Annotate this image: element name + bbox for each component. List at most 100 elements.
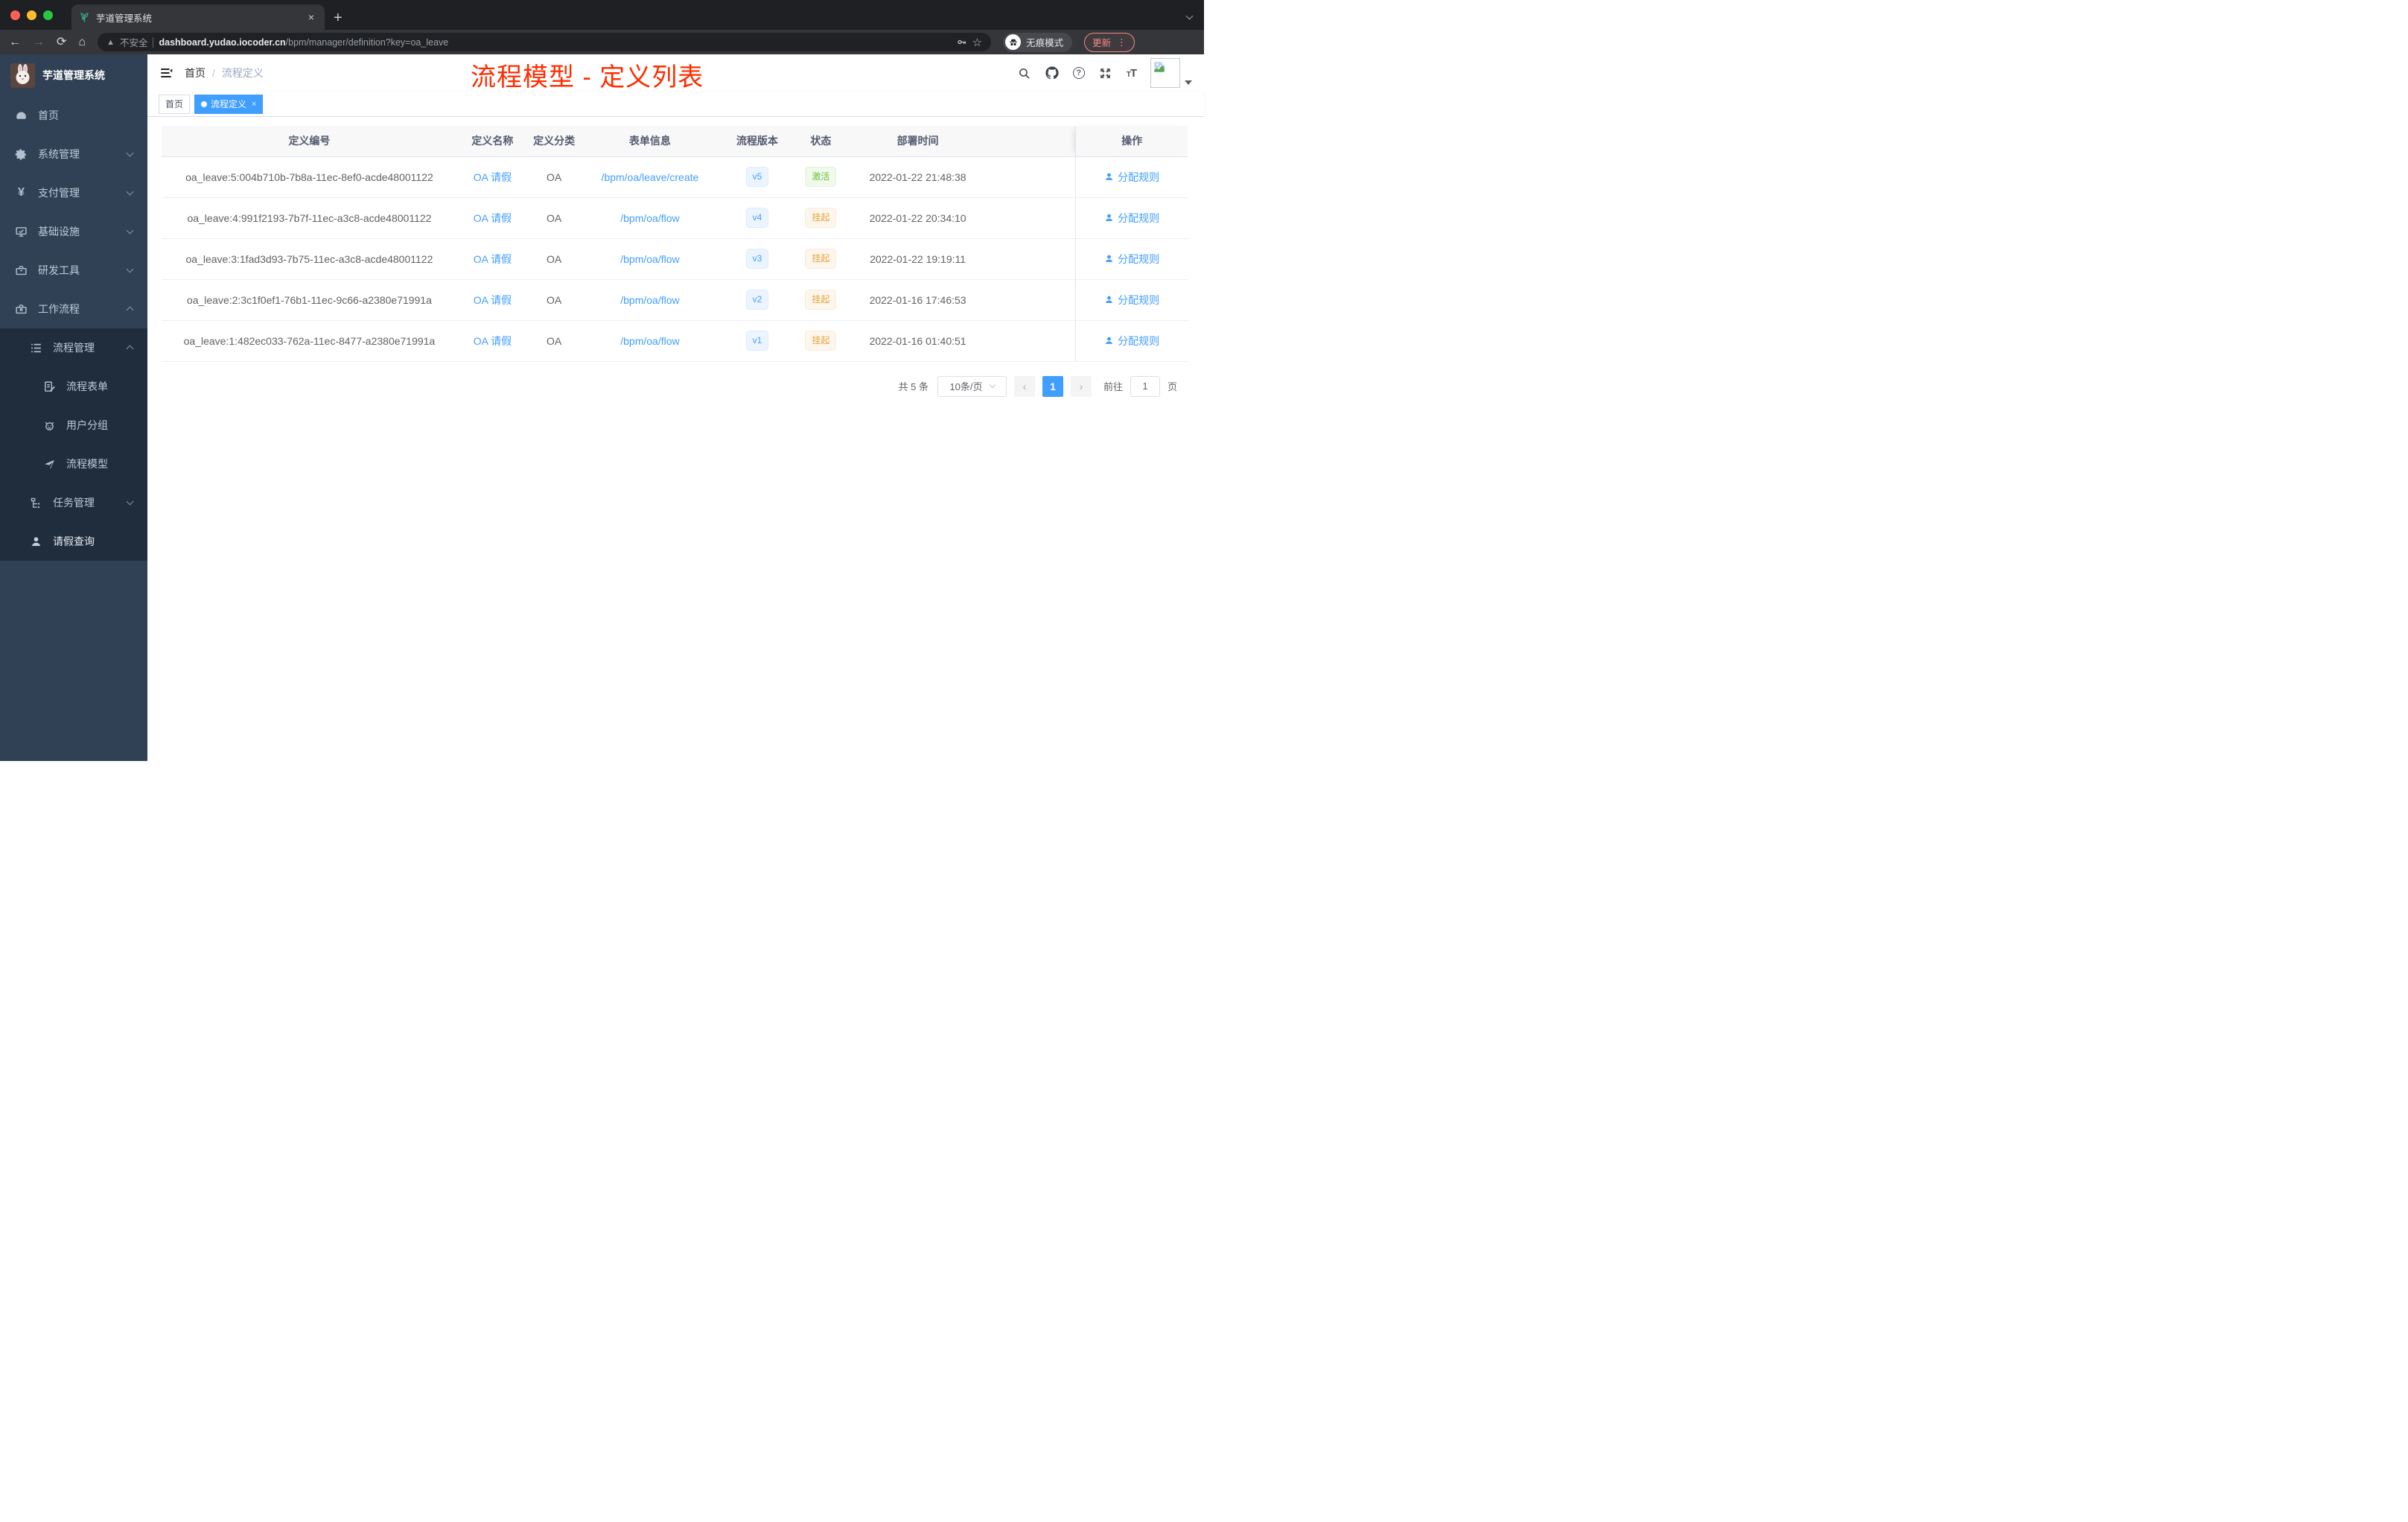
definition-name-link[interactable]: OA 请假 bbox=[474, 253, 512, 265]
back-icon[interactable]: ← bbox=[9, 36, 21, 48]
form-link[interactable]: /bpm/oa/flow bbox=[620, 253, 679, 265]
sidebar-item-process-model[interactable]: 流程模型 bbox=[0, 445, 147, 483]
broken-image-icon[interactable] bbox=[1150, 58, 1180, 88]
assign-rule-link[interactable]: 分配规则 bbox=[1104, 293, 1159, 308]
monitor-icon bbox=[15, 226, 28, 238]
sidebar-item-payment[interactable]: ¥ 支付管理 bbox=[0, 173, 147, 212]
browser-update-button[interactable]: 更新 ⋮ bbox=[1084, 32, 1135, 52]
tag-close-icon[interactable]: × bbox=[252, 100, 256, 109]
next-page-button[interactable]: › bbox=[1070, 375, 1092, 397]
definition-id: oa_leave:2:3c1f0ef1-76b1-11ec-9c66-a2380… bbox=[162, 279, 457, 321]
definition-name-link[interactable]: OA 请假 bbox=[474, 171, 512, 183]
sidebar-item-label: 工作流程 bbox=[38, 303, 80, 315]
form-link[interactable]: /bpm/oa/flow bbox=[620, 212, 679, 224]
browser-tab[interactable]: 芋道管理系统 × bbox=[71, 4, 325, 30]
sidebar-item-label: 流程管理 bbox=[53, 342, 95, 354]
user-icon bbox=[1106, 173, 1113, 180]
close-window-button[interactable] bbox=[10, 10, 20, 20]
sidebar-item-workflow[interactable]: 工作流程 bbox=[0, 290, 147, 328]
browser-menu-icon[interactable]: ⋮ bbox=[1117, 36, 1127, 48]
tab-search-chevron-icon[interactable] bbox=[1185, 9, 1194, 22]
table-row: oa_leave:1:482ec033-762a-11ec-8477-a2380… bbox=[162, 320, 1188, 362]
security-label[interactable]: 不安全 bbox=[120, 35, 148, 49]
status-badge: 挂起 bbox=[805, 208, 837, 228]
browser-toolbar: ← → ⟳ ⌂ ▲ 不安全 dashboard.yudao.iocoder.cn… bbox=[0, 30, 1204, 54]
breadcrumb-home[interactable]: 首页 bbox=[185, 66, 206, 80]
definition-id: oa_leave:3:1fad3d93-7b75-11ec-a3c8-acde4… bbox=[162, 238, 457, 280]
reload-icon[interactable]: ⟳ bbox=[57, 36, 66, 48]
sidebar-item-task-mgmt[interactable]: 任务管理 bbox=[0, 483, 147, 522]
tag-process-definition[interactable]: 流程定义 × bbox=[194, 94, 264, 114]
forward-icon[interactable]: → bbox=[33, 36, 45, 48]
col-process-version: 流程版本 bbox=[719, 126, 795, 157]
col-definition-name: 定义名称 bbox=[456, 126, 528, 157]
definition-category: OA bbox=[527, 238, 581, 280]
key-icon[interactable] bbox=[956, 36, 967, 48]
tag-home[interactable]: 首页 bbox=[159, 94, 191, 114]
chevron-down-icon bbox=[126, 497, 134, 506]
logo-avatar bbox=[10, 63, 35, 88]
new-tab-button[interactable]: + bbox=[334, 10, 343, 25]
update-label[interactable]: 更新 bbox=[1092, 35, 1111, 49]
annotation-title: 流程模型 - 定义列表 bbox=[471, 63, 704, 92]
page-size-select[interactable]: 10条/页 bbox=[937, 375, 1007, 397]
assign-rule-link[interactable]: 分配规则 bbox=[1104, 252, 1159, 267]
breadcrumb: 首页 / 流程定义 bbox=[185, 66, 264, 80]
minimize-window-button[interactable] bbox=[27, 10, 36, 20]
org-tree-icon bbox=[30, 497, 42, 509]
window-controls[interactable] bbox=[10, 10, 53, 20]
maximize-window-button[interactable] bbox=[43, 10, 53, 20]
sidebar-item-system[interactable]: 系统管理 bbox=[0, 135, 147, 173]
assign-rule-link[interactable]: 分配规则 bbox=[1104, 170, 1159, 185]
app-logo[interactable]: 芋道管理系统 bbox=[0, 54, 147, 96]
assign-rule-link[interactable]: 分配规则 bbox=[1104, 334, 1159, 348]
sidebar-collapse-icon[interactable] bbox=[159, 66, 173, 80]
goto-page-input[interactable] bbox=[1130, 375, 1160, 397]
dashboard-icon bbox=[15, 109, 28, 122]
sidebar-item-leave-query[interactable]: 请假查询 bbox=[0, 522, 147, 561]
definition-name-link[interactable]: OA 请假 bbox=[474, 294, 512, 306]
sidebar-item-user-group[interactable]: 用户分组 bbox=[0, 406, 147, 445]
url-bar[interactable]: ▲ 不安全 dashboard.yudao.iocoder.cn/bpm/man… bbox=[98, 33, 992, 51]
app-title: 芋道管理系统 bbox=[42, 69, 105, 81]
user-avatar[interactable] bbox=[1150, 58, 1192, 88]
definition-name-link[interactable]: OA 请假 bbox=[474, 212, 512, 224]
search-icon[interactable] bbox=[1018, 66, 1031, 80]
definition-id: oa_leave:1:482ec033-762a-11ec-8477-a2380… bbox=[162, 320, 457, 362]
tag-label: 首页 bbox=[165, 99, 184, 109]
fullscreen-icon[interactable] bbox=[1099, 66, 1112, 80]
definition-name-link[interactable]: OA 请假 bbox=[474, 335, 512, 347]
prev-page-button[interactable]: ‹ bbox=[1013, 375, 1035, 397]
help-icon[interactable]: ? bbox=[1072, 67, 1085, 79]
definition-category: OA bbox=[527, 320, 581, 362]
robot-face-icon bbox=[43, 419, 56, 432]
chevron-down-icon bbox=[126, 149, 134, 157]
avatar-dropdown-caret-icon[interactable] bbox=[1185, 80, 1192, 85]
tab-close-icon[interactable]: × bbox=[305, 11, 317, 23]
assign-rule-link[interactable]: 分配规则 bbox=[1104, 211, 1159, 226]
sidebar-item-home[interactable]: 首页 bbox=[0, 96, 147, 135]
bookmark-star-icon[interactable]: ☆ bbox=[972, 36, 982, 49]
col-filler bbox=[988, 126, 1076, 157]
form-link[interactable]: /bpm/oa/flow bbox=[620, 294, 679, 306]
form-link[interactable]: /bpm/oa/leave/create bbox=[602, 171, 699, 183]
home-icon[interactable]: ⌂ bbox=[78, 36, 86, 48]
chevron-down-icon bbox=[126, 265, 134, 273]
user-icon bbox=[1106, 296, 1113, 303]
chevron-down-icon bbox=[126, 188, 134, 196]
page-size-value: 10条/页 bbox=[949, 381, 983, 392]
user-icon bbox=[1106, 214, 1113, 221]
form-link[interactable]: /bpm/oa/flow bbox=[620, 335, 679, 347]
github-icon[interactable] bbox=[1045, 66, 1059, 80]
sidebar-item-infrastructure[interactable]: 基础设施 bbox=[0, 212, 147, 251]
font-size-icon[interactable]: TT bbox=[1127, 67, 1137, 80]
sidebar-item-process-form[interactable]: 流程表单 bbox=[0, 367, 147, 406]
page-number-button[interactable]: 1 bbox=[1042, 375, 1063, 397]
page-content: 定义编号 定义名称 定义分类 表单信息 流程版本 状态 部署时间 操作 oa_l… bbox=[147, 117, 1204, 761]
sidebar-item-process-mgmt[interactable]: 流程管理 bbox=[0, 328, 147, 367]
deploy-time: 2022-01-22 19:19:11 bbox=[847, 238, 989, 280]
breadcrumb-current: 流程定义 bbox=[221, 67, 264, 79]
sidebar-item-devtools[interactable]: 研发工具 bbox=[0, 251, 147, 290]
tab-title: 芋道管理系统 bbox=[96, 13, 153, 24]
user-icon bbox=[1106, 337, 1113, 344]
